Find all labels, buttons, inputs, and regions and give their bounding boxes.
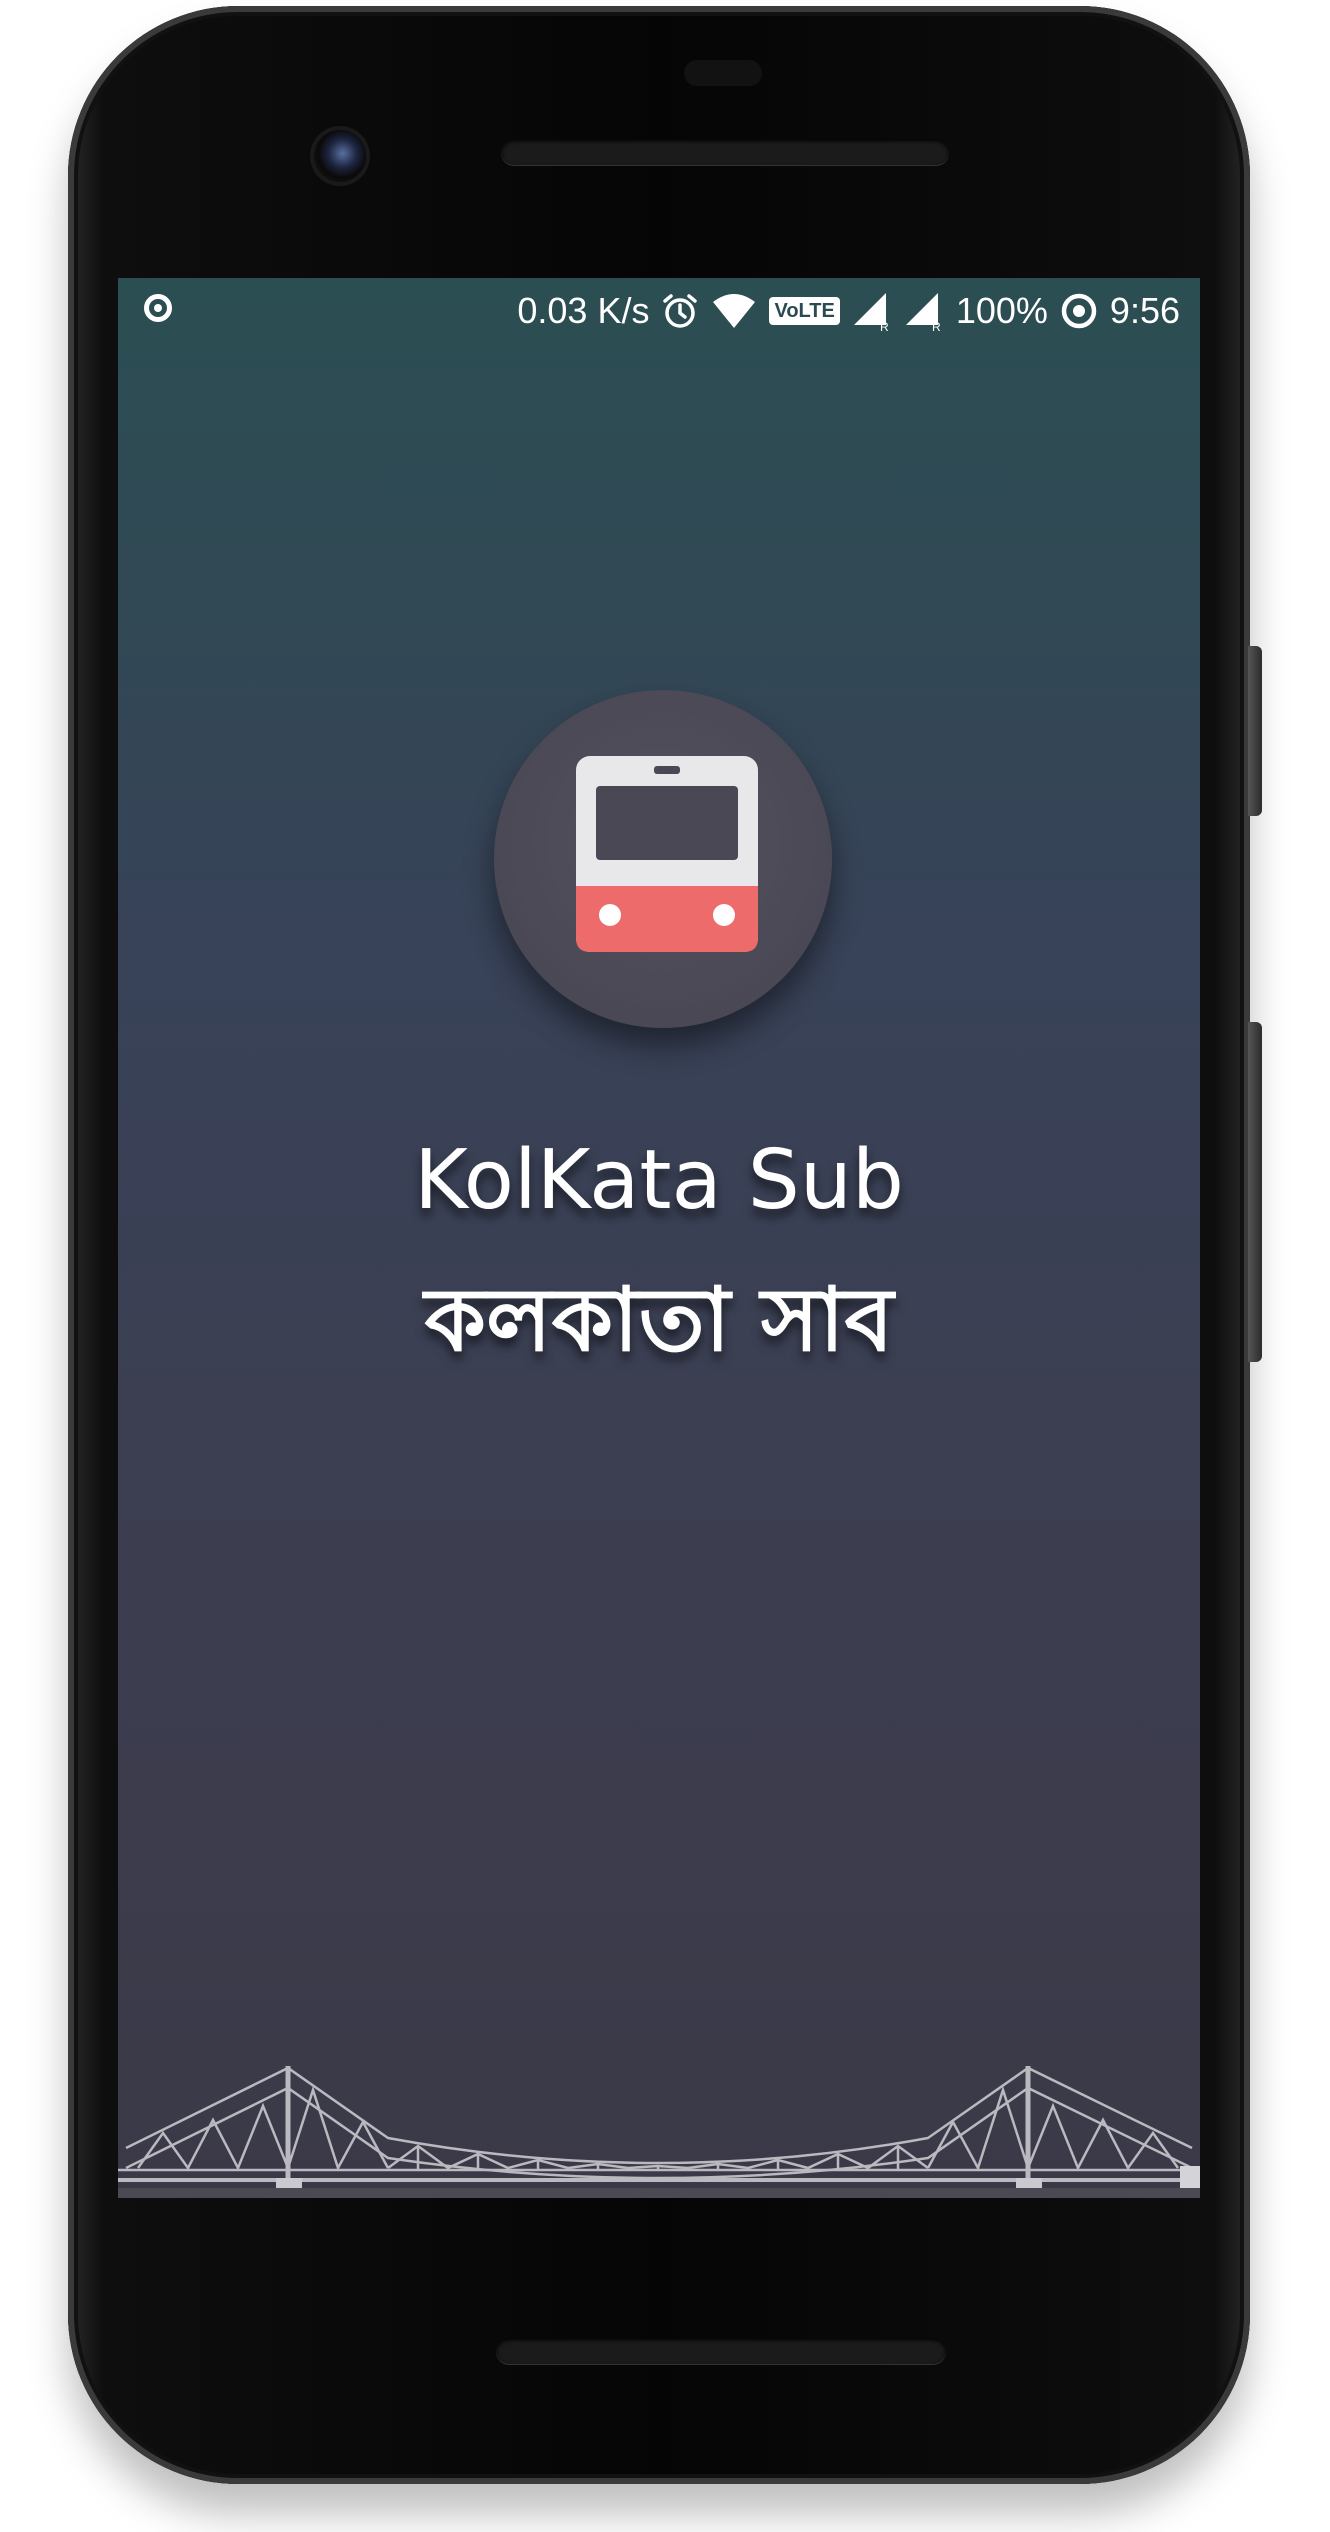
alarm-icon — [663, 294, 698, 328]
front-camera — [314, 130, 366, 182]
signal-icon: R — [853, 293, 889, 331]
status-icons: 0.03 K/s VoLTE R R 100% 9:56 — [517, 286, 1180, 336]
volte-icon: VoLTE — [769, 297, 840, 325]
volume-button — [1248, 1022, 1262, 1362]
app-logo — [494, 690, 832, 1028]
bottom-speaker — [496, 2338, 946, 2364]
data-saver-icon — [1061, 293, 1097, 329]
howrah-bridge-illustration — [118, 2066, 1200, 2198]
record-icon — [144, 294, 172, 322]
proximity-sensor — [684, 60, 762, 86]
svg-text:R: R — [932, 320, 941, 331]
battery-level: 100% — [955, 290, 1048, 331]
clock: 9:56 — [1109, 290, 1180, 331]
earpiece-speaker — [501, 139, 949, 165]
svg-text:R: R — [880, 320, 889, 331]
app-title-bengali: কলকাতা সাব — [424, 1267, 894, 1371]
power-button — [1248, 646, 1262, 816]
status-bar: 0.03 K/s VoLTE R R 100% 9:56 — [118, 278, 1200, 344]
wifi-icon — [713, 294, 756, 328]
app-title-english: KolKata Sub — [414, 1133, 904, 1228]
splash-screen: 0.03 K/s VoLTE R R 100% 9:56 KolKata Sub… — [118, 278, 1200, 2198]
network-speed: 0.03 K/s — [517, 290, 650, 331]
signal-icon: R — [905, 293, 941, 331]
train-icon — [576, 756, 758, 952]
